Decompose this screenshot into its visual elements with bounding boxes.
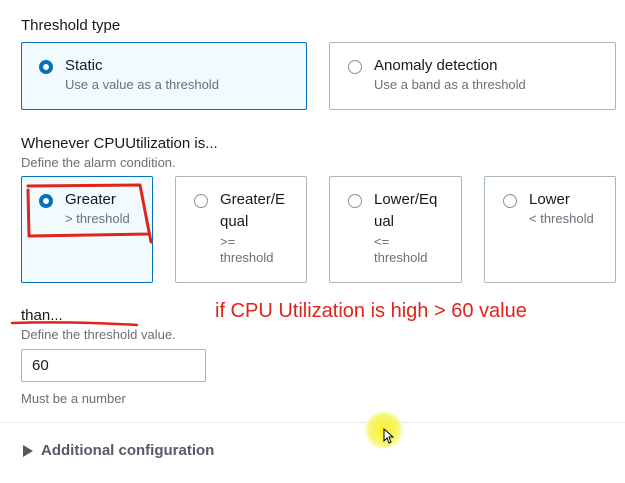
annotation-underline-mark xyxy=(10,321,139,327)
caret-right-icon[interactable] xyxy=(22,444,34,458)
annotation-marks xyxy=(10,183,153,327)
mouse-pointer-icon xyxy=(383,428,395,444)
additional-configuration-toggle[interactable]: Additional configuration xyxy=(41,442,214,459)
divider xyxy=(0,422,625,423)
annotation-box-mark xyxy=(26,183,153,244)
